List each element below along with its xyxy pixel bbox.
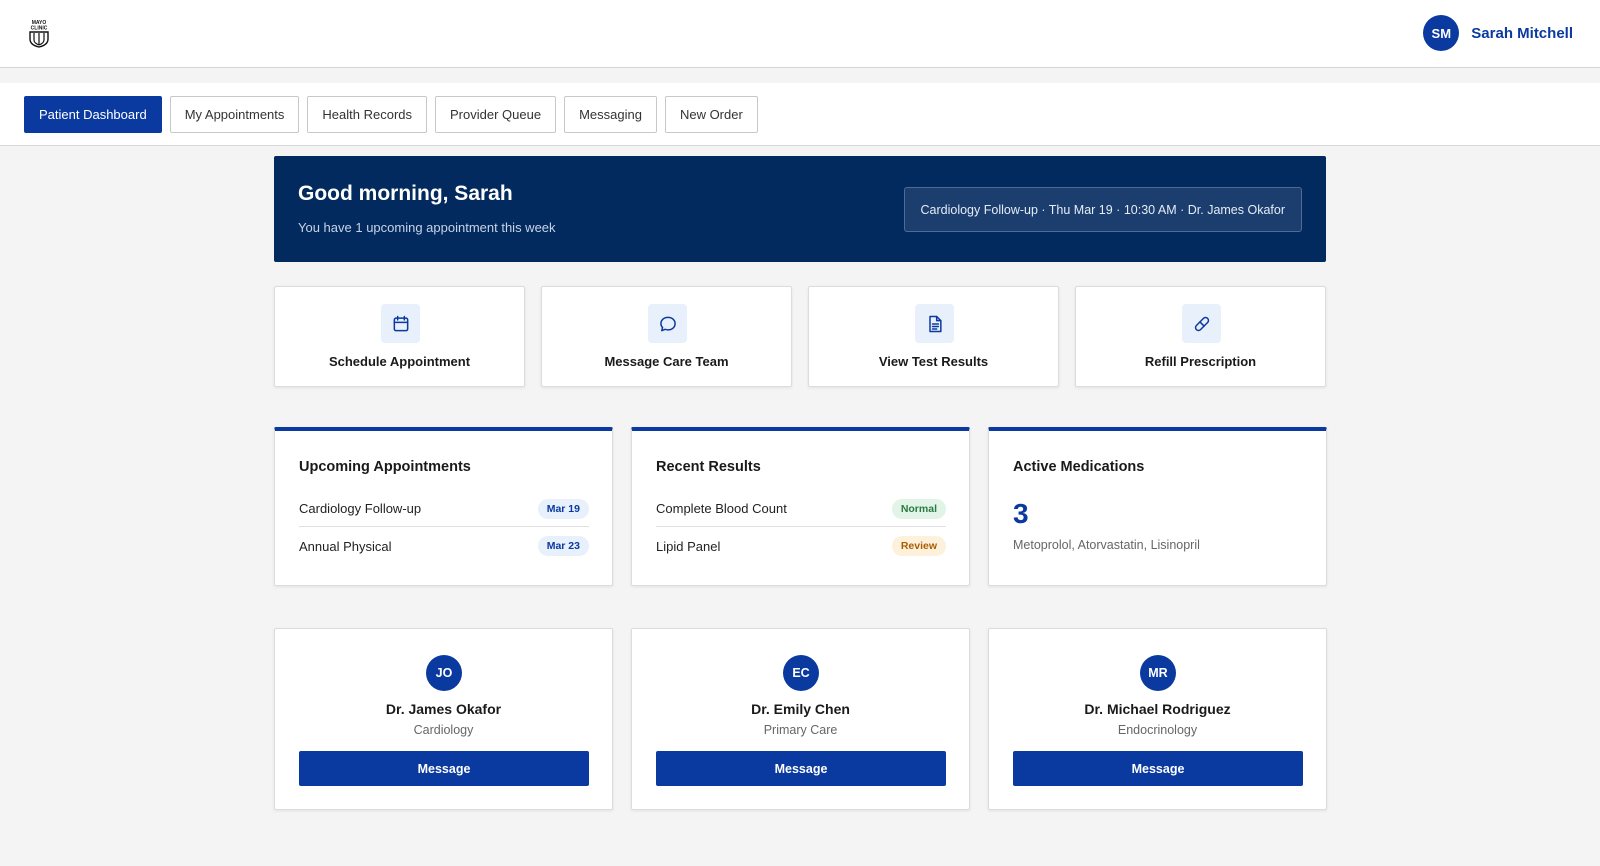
medication-list: Metoprolol, Atorvastatin, Lisinopril bbox=[1013, 538, 1200, 552]
main-navigation: Patient Dashboard My Appointments Health… bbox=[0, 83, 1600, 146]
mayo-clinic-logo[interactable]: MAYO CLINIC bbox=[27, 18, 51, 48]
date-badge: Mar 19 bbox=[537, 498, 589, 519]
provider-avatar: JO bbox=[426, 655, 462, 691]
status-badge: Review bbox=[891, 536, 946, 556]
user-menu[interactable]: SM Sarah Mitchell bbox=[1423, 15, 1573, 51]
date-badge: Mar 23 bbox=[537, 536, 589, 556]
tab-my-appointments[interactable]: My Appointments bbox=[169, 96, 300, 133]
provider-card: MR Dr. Michael Rodriguez Endocrinology M… bbox=[988, 628, 1327, 810]
next-appointment-chip[interactable]: Cardiology Follow-up · Thu Mar 19 · 10:3… bbox=[903, 187, 1302, 232]
pill-icon bbox=[1182, 304, 1221, 343]
provider-avatar: MR bbox=[1140, 655, 1176, 691]
provider-specialty: Cardiology bbox=[413, 723, 474, 737]
tab-patient-dashboard[interactable]: Patient Dashboard bbox=[24, 96, 162, 133]
tab-new-order[interactable]: New Order bbox=[664, 96, 758, 133]
medication-count: 3 bbox=[1013, 498, 1029, 529]
result-name: Lipid Panel bbox=[656, 538, 721, 554]
card-title: Recent Results bbox=[656, 459, 761, 475]
greeting-subtitle: You have 1 upcoming appointment this wee… bbox=[298, 220, 556, 235]
nav-tabs: Patient Dashboard My Appointments Health… bbox=[24, 96, 758, 133]
message-provider-button[interactable]: Message bbox=[1013, 751, 1303, 786]
provider-name: Dr. Emily Chen bbox=[751, 701, 850, 717]
appointment-name: Annual Physical bbox=[299, 538, 392, 554]
message-provider-button[interactable]: Message bbox=[299, 751, 589, 786]
appointment-name: Cardiology Follow-up bbox=[299, 501, 422, 516]
action-label: Schedule Appointment bbox=[328, 354, 471, 369]
action-label: Message Care Team bbox=[604, 354, 729, 369]
welcome-banner: Good morning, Sarah You have 1 upcoming … bbox=[274, 156, 1326, 262]
list-item[interactable]: Annual Physical Mar 23 bbox=[299, 528, 589, 564]
message-care-team-button[interactable]: Message Care Team bbox=[541, 286, 792, 387]
action-label: View Test Results bbox=[878, 354, 989, 369]
tab-messaging[interactable]: Messaging bbox=[564, 96, 657, 133]
action-label: Refill Prescription bbox=[1144, 354, 1257, 369]
refill-prescription-button[interactable]: Refill Prescription bbox=[1075, 286, 1326, 387]
user-avatar[interactable]: SM bbox=[1423, 15, 1460, 51]
card-title: Active Medications bbox=[1013, 459, 1145, 475]
card-title: Upcoming Appointments bbox=[299, 459, 471, 475]
view-test-results-button[interactable]: View Test Results bbox=[808, 286, 1059, 387]
list-item[interactable]: Cardiology Follow-up Mar 19 bbox=[299, 491, 589, 527]
list-item[interactable]: Complete Blood Count Normal bbox=[656, 491, 946, 527]
provider-specialty: Endocrinology bbox=[1117, 723, 1198, 737]
active-medications-card: Active Medications 3 Metoprolol, Atorvas… bbox=[988, 427, 1327, 586]
chat-bubble-icon bbox=[648, 304, 687, 343]
provider-name: Dr. James Okafor bbox=[385, 701, 502, 717]
user-name[interactable]: Sarah Mitchell bbox=[1471, 25, 1573, 42]
provider-card: JO Dr. James Okafor Cardiology Message bbox=[274, 628, 613, 810]
schedule-appointment-button[interactable]: Schedule Appointment bbox=[274, 286, 525, 387]
greeting-heading: Good morning, Sarah bbox=[298, 182, 513, 205]
provider-specialty: Primary Care bbox=[763, 723, 838, 737]
provider-card: EC Dr. Emily Chen Primary Care Message bbox=[631, 628, 970, 810]
upcoming-appointments-card: Upcoming Appointments Cardiology Follow-… bbox=[274, 427, 613, 586]
logo-word-bottom: CLINIC bbox=[31, 26, 48, 32]
list-item[interactable]: Lipid Panel Review bbox=[656, 528, 946, 564]
recent-results-card: Recent Results Complete Blood Count Norm… bbox=[631, 427, 970, 586]
result-name: Complete Blood Count bbox=[656, 501, 787, 516]
provider-name: Dr. Michael Rodriguez bbox=[1084, 701, 1231, 717]
top-header: MAYO CLINIC SM Sarah Mitchell bbox=[0, 0, 1600, 68]
message-provider-button[interactable]: Message bbox=[656, 751, 946, 786]
provider-avatar: EC bbox=[783, 655, 819, 691]
document-icon bbox=[915, 304, 954, 343]
calendar-icon bbox=[381, 304, 420, 343]
tab-health-records[interactable]: Health Records bbox=[307, 96, 428, 133]
status-badge: Normal bbox=[891, 498, 946, 519]
tab-provider-queue[interactable]: Provider Queue bbox=[435, 96, 557, 133]
